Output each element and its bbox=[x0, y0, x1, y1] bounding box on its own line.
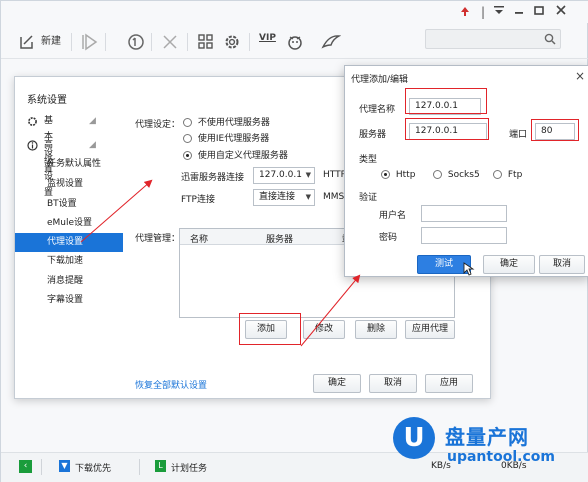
status-divider bbox=[41, 459, 42, 475]
download-priority-label: 下载优先 bbox=[75, 464, 112, 474]
status-divider bbox=[139, 459, 140, 475]
collapse-icon[interactable]: ‹ bbox=[19, 460, 32, 473]
watermark-brand: upantool.com bbox=[447, 449, 555, 465]
scheduled-tasks-label: 计划任务 bbox=[171, 464, 208, 474]
arrow-to-proxy-dialog bbox=[300, 274, 361, 347]
arrow-to-custom-option bbox=[80, 179, 153, 243]
app-window: | 新建 VIP 系统设置 基本设置 ◢ 高级设置 ◢ 任务默认属性 监视设置 … bbox=[0, 0, 588, 482]
download-icon: ▼ bbox=[59, 460, 70, 472]
schedule-icon: L bbox=[155, 460, 166, 472]
annotation-arrows bbox=[80, 179, 361, 347]
watermark-logo: U bbox=[393, 417, 435, 459]
watermark-chinese: 盘量产网 bbox=[445, 425, 529, 449]
